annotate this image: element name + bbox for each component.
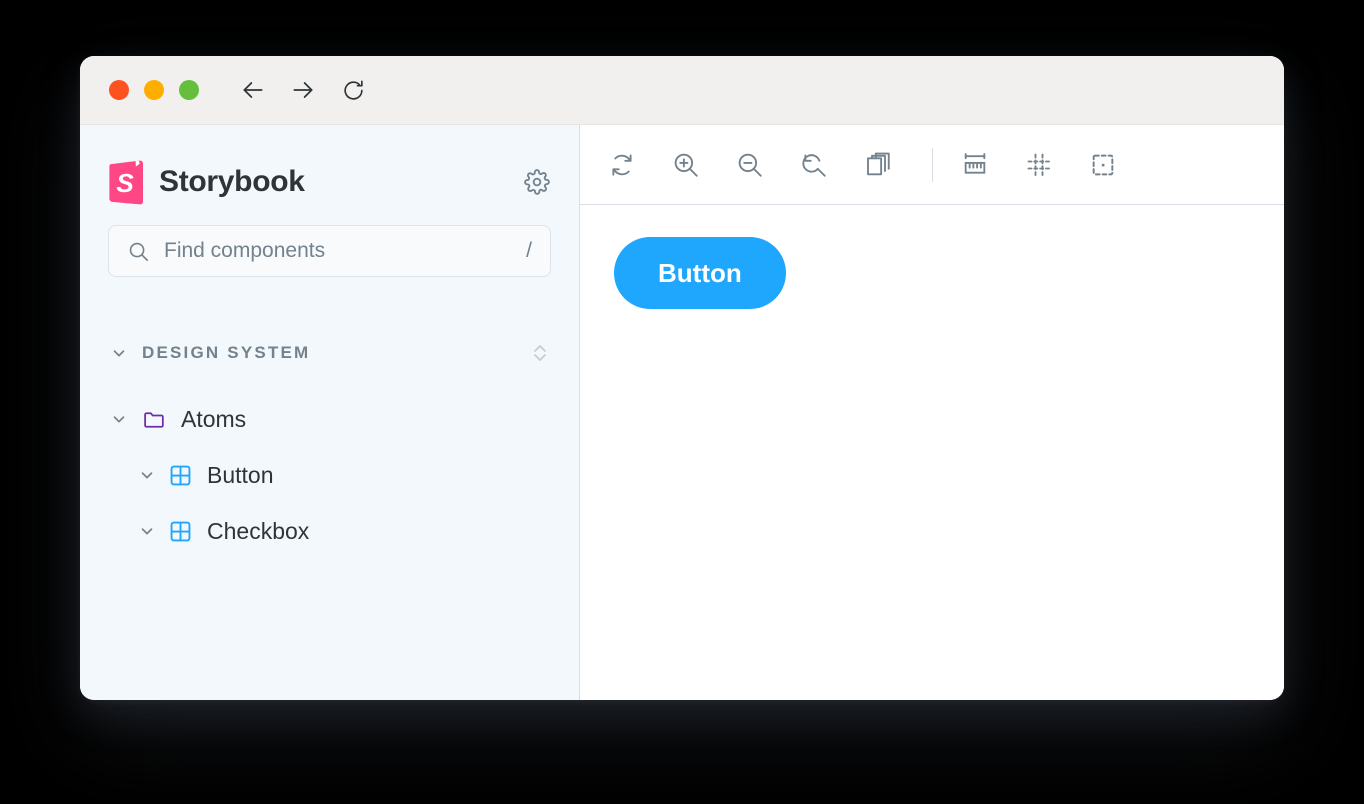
close-window-button[interactable] bbox=[109, 80, 129, 100]
svg-text:S: S bbox=[116, 168, 134, 198]
component-grid-icon bbox=[168, 519, 193, 544]
remount-icon[interactable] bbox=[602, 145, 642, 185]
story-canvas: Button bbox=[580, 205, 1284, 700]
chevron-down-icon bbox=[136, 464, 158, 486]
brand-title: Storybook bbox=[159, 165, 305, 198]
chevron-down-icon bbox=[136, 520, 158, 542]
tree-root-design-system[interactable]: DESIGN SYSTEM bbox=[108, 335, 551, 371]
tree-component-label: Button bbox=[207, 461, 274, 488]
window-titlebar bbox=[80, 56, 1284, 125]
search-input[interactable] bbox=[164, 239, 517, 263]
gear-icon[interactable] bbox=[523, 168, 551, 196]
tree-component-checkbox[interactable]: Checkbox bbox=[108, 511, 551, 551]
window-body: S Storybook / bbox=[80, 125, 1284, 700]
tree-folder-label: Atoms bbox=[181, 405, 247, 432]
maximize-window-button[interactable] bbox=[179, 80, 199, 100]
component-grid-icon bbox=[168, 463, 193, 488]
minimize-window-button[interactable] bbox=[144, 80, 164, 100]
folder-icon bbox=[142, 407, 167, 432]
zoom-out-icon[interactable] bbox=[730, 145, 770, 185]
toolbar-divider bbox=[932, 147, 933, 182]
search-shortcut-hint: / bbox=[526, 239, 532, 262]
preview-toolbar bbox=[580, 125, 1284, 205]
search-icon bbox=[127, 240, 150, 263]
zoom-in-icon[interactable] bbox=[666, 145, 706, 185]
story-button[interactable]: Button bbox=[614, 237, 786, 309]
back-icon[interactable] bbox=[239, 76, 267, 104]
tree-component-button[interactable]: Button bbox=[108, 455, 551, 495]
traffic-light-group bbox=[109, 80, 199, 100]
tree-root-label: DESIGN SYSTEM bbox=[142, 343, 311, 362]
storybook-logo-icon: S bbox=[108, 160, 145, 205]
chevron-down-icon bbox=[108, 408, 130, 430]
outline-icon[interactable] bbox=[1083, 145, 1123, 185]
background-icon[interactable] bbox=[858, 145, 898, 185]
navigation-controls bbox=[239, 76, 367, 104]
tree-folder-atoms[interactable]: Atoms bbox=[108, 399, 551, 439]
chevron-down-icon bbox=[108, 342, 130, 364]
page-background: S Storybook / bbox=[0, 0, 1364, 804]
search-box[interactable]: / bbox=[108, 225, 551, 277]
reload-icon[interactable] bbox=[339, 76, 367, 104]
sidebar-brand-row: S Storybook bbox=[108, 125, 551, 225]
zoom-reset-icon[interactable] bbox=[794, 145, 834, 185]
sidebar: S Storybook / bbox=[80, 125, 580, 700]
forward-icon[interactable] bbox=[289, 76, 317, 104]
measure-icon[interactable] bbox=[955, 145, 995, 185]
grid-icon[interactable] bbox=[1019, 145, 1059, 185]
tree-component-label: Checkbox bbox=[207, 517, 310, 544]
component-tree: DESIGN SYSTEM Atoms Button Checkbox bbox=[108, 335, 551, 551]
sort-chevrons-icon[interactable] bbox=[529, 340, 551, 366]
browser-window: S Storybook / bbox=[80, 56, 1284, 700]
preview-pane: Button bbox=[580, 125, 1284, 700]
